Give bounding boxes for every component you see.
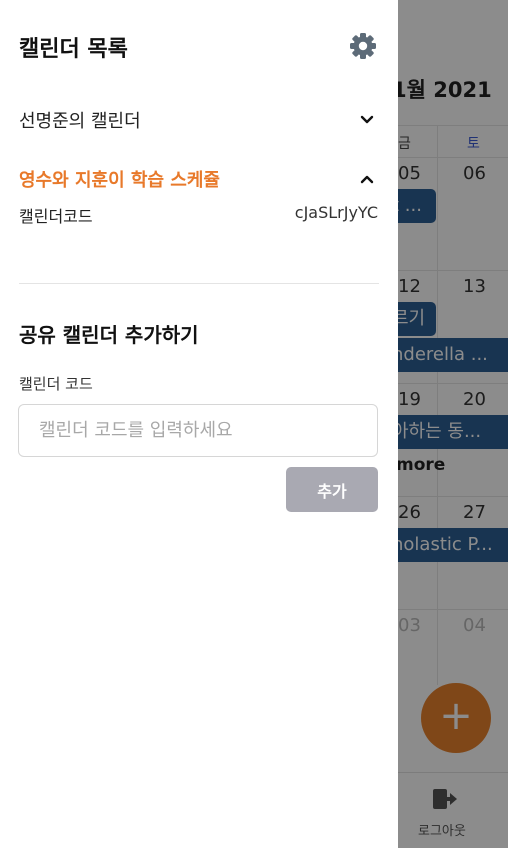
calendar-name: 영수와 지훈이 학습 스케쥴 (19, 170, 220, 191)
calendar-code-input[interactable] (18, 404, 378, 457)
chevron-up-icon[interactable] (360, 174, 374, 184)
calendar-name: 선명준의 캘린더 (19, 111, 141, 132)
chevron-down-icon[interactable] (360, 115, 374, 125)
drawer-title: 캘린더 목록 (19, 37, 128, 62)
calendar-code-label: 캘린더코드 (19, 207, 93, 226)
calendar-drawer: 캘린더 목록 선명준의 캘린더 영수와 지훈이 학습 스케쥴 캘린더코드 cJa… (0, 0, 398, 848)
calendar-item[interactable]: 영수와 지훈이 학습 스케쥴 (19, 166, 379, 196)
divider (19, 283, 379, 284)
calendar-code-field-label: 캘린더 코드 (19, 375, 93, 393)
calendar-item[interactable]: 선명준의 캘린더 (19, 107, 379, 137)
add-shared-calendar-title: 공유 캘린더 추가하기 (19, 323, 199, 347)
gear-icon[interactable] (349, 32, 377, 60)
add-calendar-button[interactable]: 추가 (286, 467, 378, 512)
calendar-code-value: cJaSLrJyYC (294, 203, 378, 222)
